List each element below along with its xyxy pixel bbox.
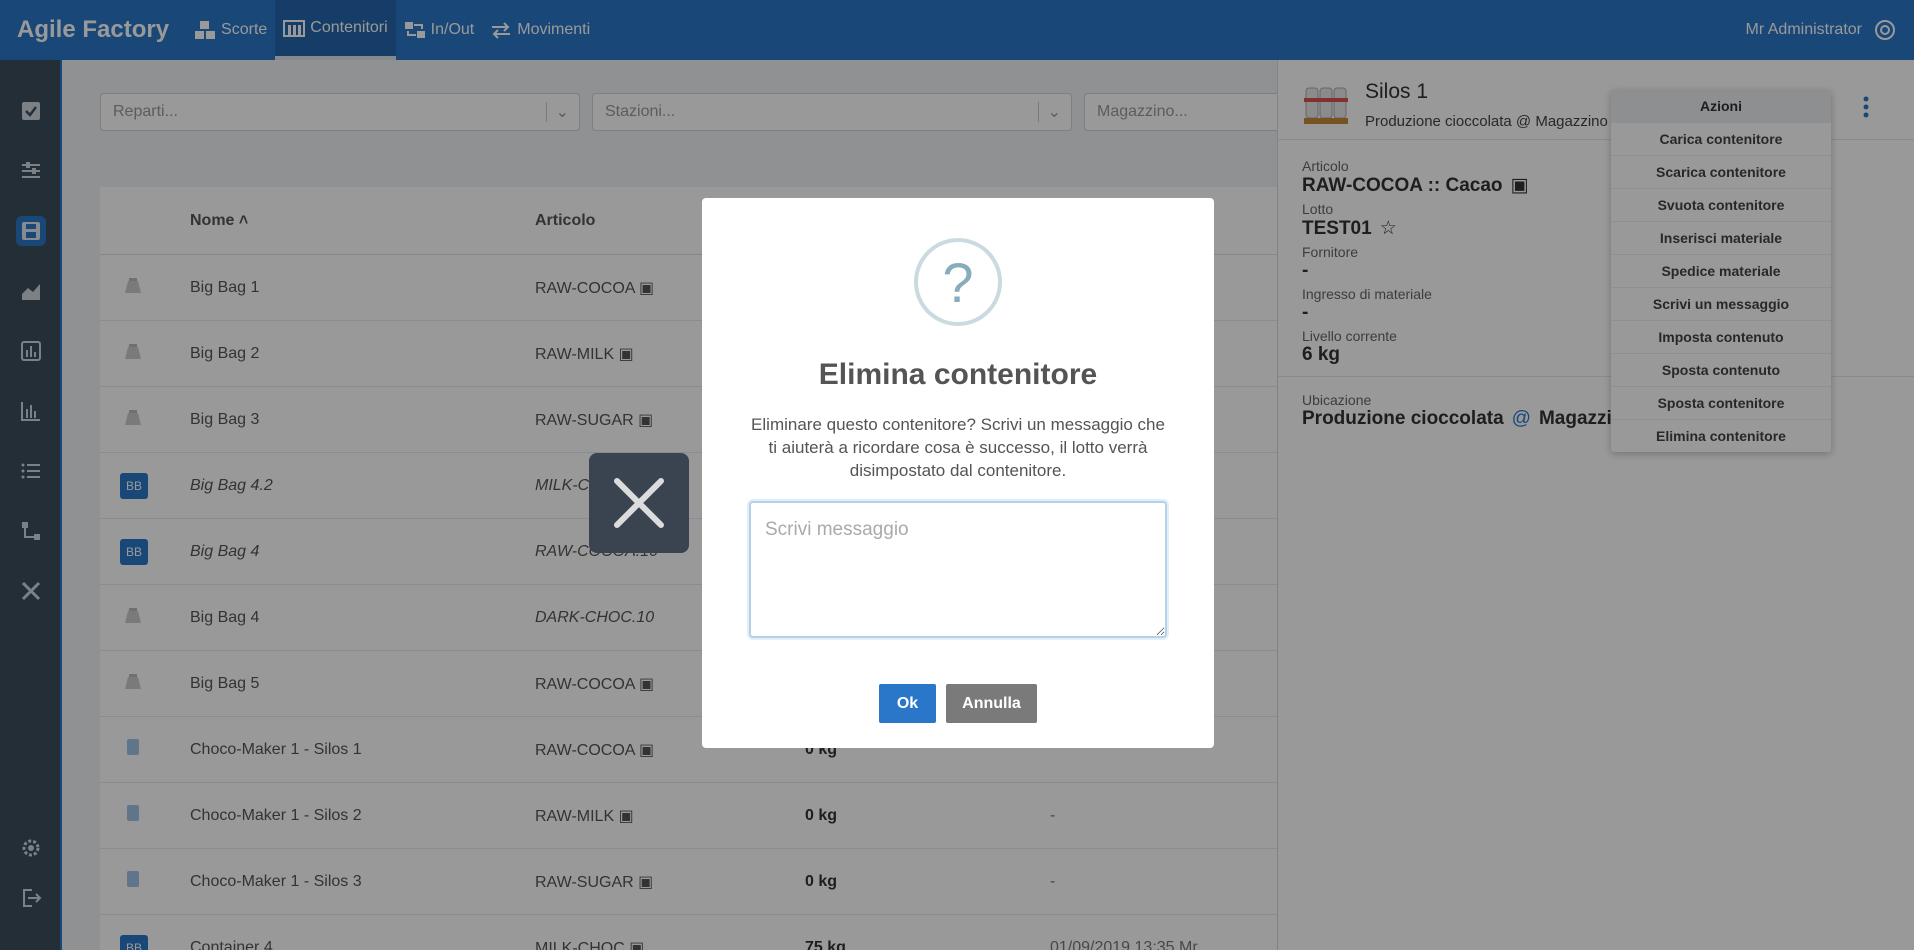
modal-buttons: Ok Annulla <box>702 684 1214 723</box>
message-textarea[interactable] <box>749 501 1167 638</box>
cancel-button[interactable]: Annulla <box>946 684 1037 723</box>
close-button[interactable] <box>589 453 689 553</box>
ok-button[interactable]: Ok <box>879 684 936 723</box>
close-icon <box>614 478 664 528</box>
modal-text: Eliminare questo contenitore? Scrivi un … <box>751 415 1165 480</box>
question-icon: ? <box>914 238 1002 326</box>
delete-container-modal: ? Elimina contenitore Eliminare questo c… <box>702 198 1214 748</box>
modal-title: Elimina contenitore <box>818 358 1098 391</box>
